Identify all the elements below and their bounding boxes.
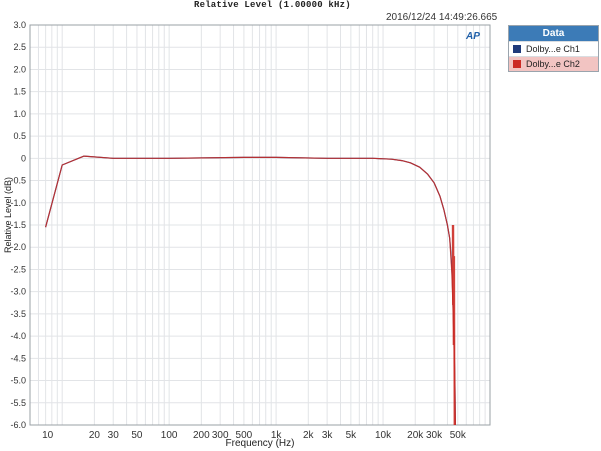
series-rolloff-ch2: [451, 224, 456, 426]
y-tick-label: -6.0: [10, 420, 26, 430]
y-tick-label: -4.5: [10, 353, 26, 363]
legend-swatch-ch1: [513, 45, 521, 53]
y-tick-label: -3.0: [10, 287, 26, 297]
series-line-1: [45, 155, 456, 426]
legend: Data Dolby...e Ch1 Dolby...e Ch2: [508, 25, 599, 72]
ap-logo-icon: AP: [466, 31, 480, 42]
series-line-2: [45, 155, 456, 426]
x-tick-label: 3k: [322, 430, 334, 441]
legend-item-ch1[interactable]: Dolby...e Ch1: [509, 41, 598, 56]
y-tick-label: -4.0: [10, 331, 26, 341]
y-tick-label: -2.5: [10, 264, 26, 274]
x-tick-label: 2k: [303, 430, 315, 441]
y-tick-label: 1.0: [13, 109, 26, 119]
y-axis-label: Relative Level (dB): [3, 177, 13, 253]
y-tick-label: -5.5: [10, 398, 26, 408]
x-tick-label: 30k: [426, 430, 443, 441]
series-lines: [45, 155, 456, 426]
y-tick-label: -5.0: [10, 376, 26, 386]
y-tick-label: 3.0: [13, 20, 26, 30]
legend-item-ch2[interactable]: Dolby...e Ch2: [509, 56, 598, 71]
y-tick-label: 0: [21, 153, 26, 163]
y-tick-label: 0.5: [13, 131, 26, 141]
x-tick-label: 10: [42, 430, 54, 441]
grid: [29, 24, 491, 426]
x-tick-label: 20k: [407, 430, 424, 441]
x-axis-label: Frequency (Hz): [226, 438, 295, 449]
x-tick-label: 20: [89, 430, 101, 441]
y-tick-label: 1.5: [13, 87, 26, 97]
legend-label-ch2: Dolby...e Ch2: [526, 59, 580, 69]
x-tick-label: 100: [161, 430, 178, 441]
x-tick-label: 5k: [346, 430, 358, 441]
y-tick-label: 2.0: [13, 64, 26, 74]
legend-swatch-ch2: [513, 60, 521, 68]
x-tick-label: 10k: [375, 430, 392, 441]
y-tick-label: -3.5: [10, 309, 26, 319]
x-tick-label: 200: [193, 430, 210, 441]
x-tick-label: 30: [108, 430, 120, 441]
legend-label-ch1: Dolby...e Ch1: [526, 44, 580, 54]
x-tick-label: 50: [131, 430, 143, 441]
legend-header: Data: [509, 26, 598, 41]
y-tick-label: 2.5: [13, 42, 26, 52]
x-tick-label: 50k: [450, 430, 467, 441]
